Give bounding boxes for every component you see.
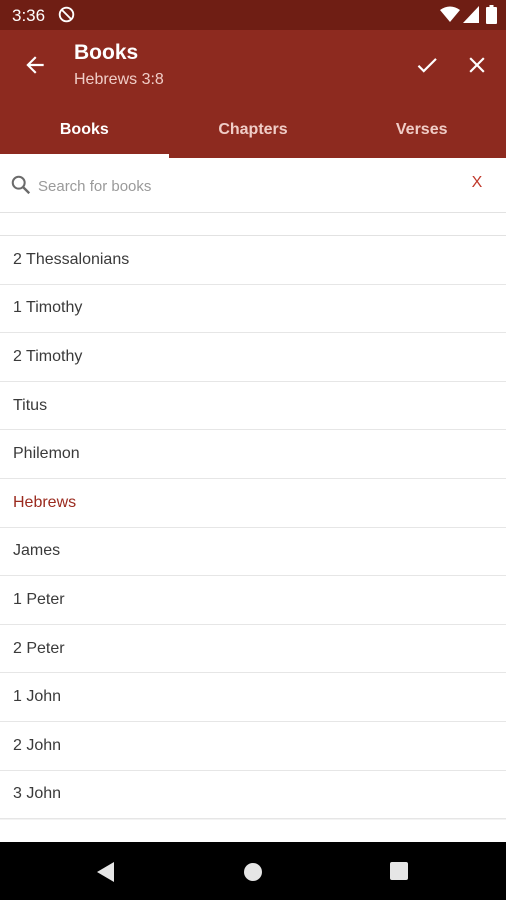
page-subtitle: Hebrews 3:8 [74,71,164,88]
book-item[interactable]: 2 Timothy [0,333,506,382]
book-item-selected[interactable]: Hebrews [0,478,506,528]
signal-icon [463,6,479,23]
tab-books[interactable]: Books [0,110,169,158]
back-arrow-icon[interactable] [22,52,48,78]
tab-bar: Books Chapters Verses [0,110,506,158]
book-item[interactable]: 2 Peter [0,624,506,674]
list-spacer [0,213,506,236]
clear-search-button[interactable]: X [466,171,488,195]
tab-verses[interactable]: Verses [337,110,506,158]
status-time: 3:36 [12,6,46,25]
nav-recents-icon[interactable] [390,862,408,880]
book-item[interactable]: 2 John [0,721,506,771]
tab-chapters[interactable]: Chapters [169,110,338,158]
app-bar: Books Hebrews 3:8 Books Chapters Verses [0,30,506,158]
battery-icon [486,5,497,24]
page-title: Books [74,41,139,64]
do-not-disturb-icon [58,6,75,23]
book-item[interactable]: 3 John [0,770,506,820]
status-bar: 3:36 [0,0,506,30]
system-nav-bar [0,842,506,900]
book-item[interactable]: Philemon [0,430,506,479]
book-item[interactable]: James [0,527,506,577]
check-icon[interactable] [414,52,440,78]
book-item[interactable]: 1 John [0,673,506,722]
wifi-icon [440,6,460,22]
search-icon [11,175,31,195]
book-item[interactable]: 2 Thessalonians [0,236,506,285]
search-input[interactable] [36,171,440,201]
book-list: 2 Thessalonians 1 Timothy 2 Timothy Titu… [0,236,506,820]
book-item[interactable]: 1 Peter [0,576,506,625]
book-item[interactable]: 1 Timothy [0,284,506,334]
nav-home-icon[interactable] [243,862,263,882]
close-icon[interactable] [464,52,490,78]
nav-back-icon[interactable] [96,861,116,883]
book-item[interactable]: Titus [0,381,506,431]
search-bar: X [0,158,506,213]
